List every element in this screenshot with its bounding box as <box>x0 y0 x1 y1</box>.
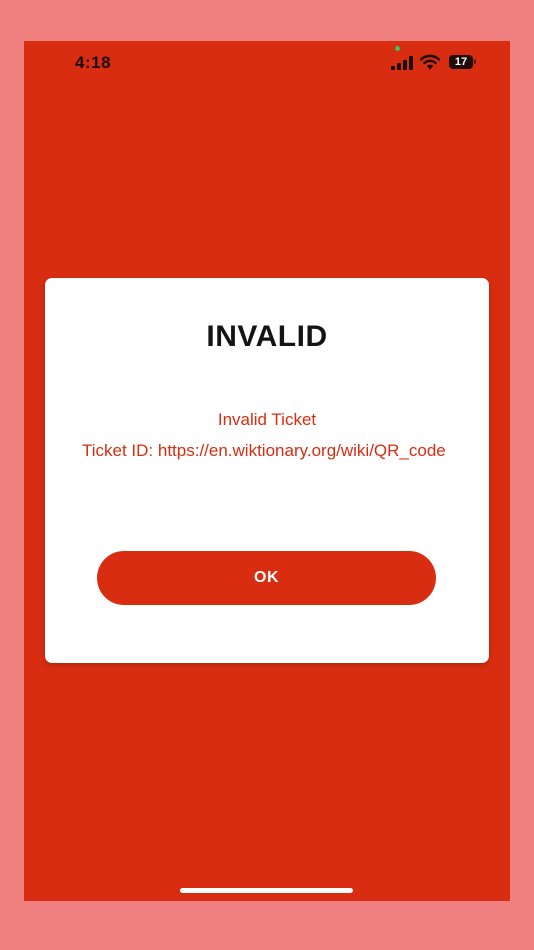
dialog-subtitle: Invalid Ticket <box>217 410 317 429</box>
ok-button[interactable]: OK <box>97 551 436 605</box>
status-bar: 4:18 17 <box>24 41 510 91</box>
battery-icon: 17 <box>449 55 473 69</box>
ticket-id-message: Ticket ID: https://en.wiktionary.org/wik… <box>82 441 446 460</box>
dialog-title: INVALID <box>206 320 328 353</box>
home-indicator[interactable] <box>180 888 353 893</box>
battery-level: 17 <box>454 56 468 68</box>
battery-nub <box>474 59 476 64</box>
privacy-indicator-dot <box>395 46 400 51</box>
wifi-icon <box>420 54 440 70</box>
invalid-ticket-dialog: INVALID Invalid Ticket Ticket ID: https:… <box>45 278 489 663</box>
signal-icon <box>391 56 413 70</box>
status-time: 4:18 <box>75 53 112 72</box>
phone-screen: 4:18 17 INVALID Invalid Ticket Ticket ID… <box>24 41 510 901</box>
